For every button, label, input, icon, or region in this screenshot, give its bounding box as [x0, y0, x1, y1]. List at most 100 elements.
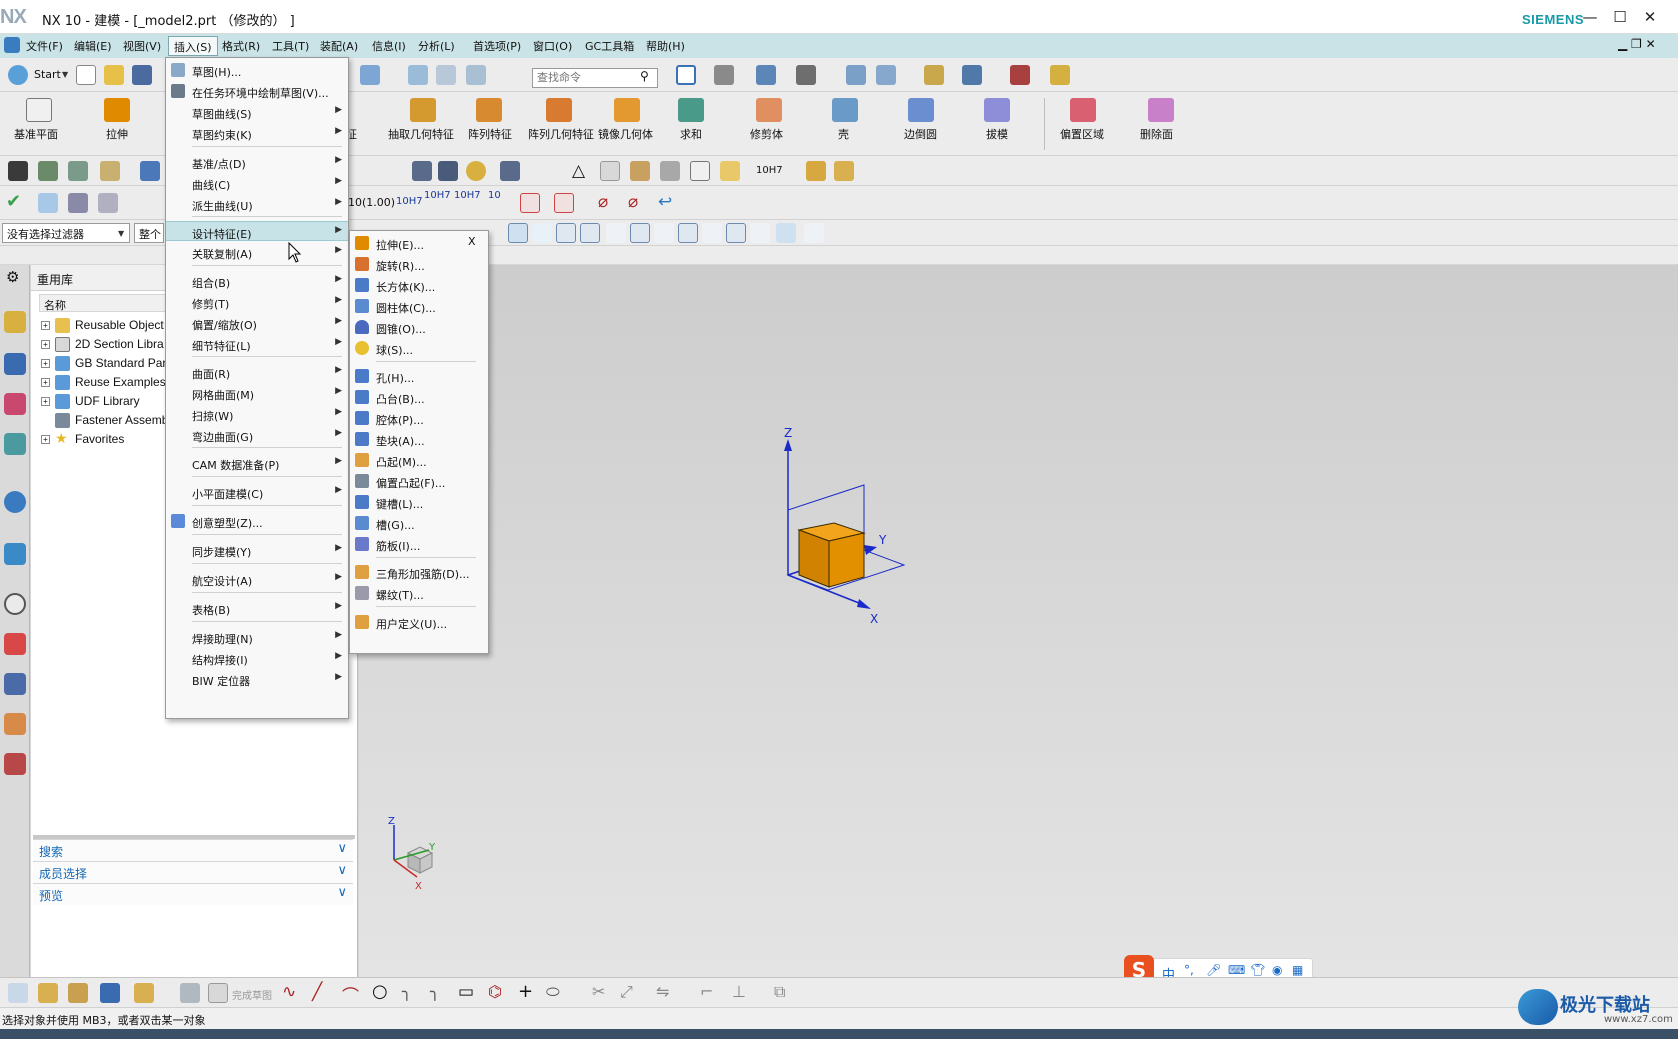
pattern-feature-icon[interactable] — [476, 98, 502, 122]
settings-gear-icon[interactable]: ⚙ — [6, 268, 19, 286]
menu-window[interactable]: 窗口(O) — [533, 38, 572, 54]
curve-network-icon[interactable] — [8, 161, 28, 181]
view-cube-icon[interactable] — [360, 65, 380, 85]
assembly-array-icon[interactable] — [134, 983, 154, 1003]
part-icon[interactable] — [806, 161, 826, 181]
axis-icon[interactable] — [98, 193, 118, 213]
mirror-geometry-button[interactable]: 镜像几何体 — [598, 126, 653, 142]
ime-skin-icon[interactable]: 👕︎ — [1250, 963, 1265, 977]
close-button[interactable]: ✕ — [1638, 6, 1662, 28]
expand-icon[interactable]: + — [41, 340, 50, 349]
menu-item-sketch-constraint[interactable]: 草图约束(K) ▶ — [166, 123, 348, 143]
cylinder-tool-icon[interactable] — [412, 161, 432, 181]
dim-value-10h7-tol1[interactable]: 10H7 — [424, 190, 451, 201]
open-folder-icon[interactable] — [104, 65, 124, 85]
menu-item-biw-locator[interactable]: BIW 定位器 ▶ — [166, 669, 348, 689]
menu-assembly[interactable]: 装配(A) — [320, 38, 358, 54]
properties-icon[interactable] — [38, 193, 58, 213]
arc-icon[interactable]: ⌒ — [342, 982, 359, 1007]
frame-icon[interactable] — [690, 161, 710, 181]
member-select-panel[interactable]: 成员选择 ∨ — [33, 861, 353, 883]
submenu-item-rib[interactable]: 筋板(I)... — [350, 534, 488, 554]
block-body[interactable] — [797, 522, 866, 588]
submenu-item-extrude[interactable]: 拉伸(E)... — [350, 233, 488, 253]
menu-edit[interactable]: 编辑(E) — [74, 38, 112, 54]
menu-item-trim[interactable]: 修剪(T) ▶ — [166, 292, 348, 312]
filter-dropdown-icon[interactable]: ▼ — [118, 229, 124, 238]
geometric-constraint-icon[interactable]: ⊥ — [732, 982, 746, 1001]
render-style-icon[interactable] — [714, 65, 734, 85]
edge-blend-button[interactable]: 边倒圆 — [904, 126, 937, 142]
submenu-item-groove[interactable]: 槽(G)... — [350, 513, 488, 533]
submenu-item-thread[interactable]: 螺纹(T)... — [350, 583, 488, 603]
minimize-button[interactable]: — — [1578, 6, 1602, 28]
menu-format[interactable]: 格式(R) — [222, 38, 260, 54]
submenu-item-user-defined[interactable]: 用户定义(U)... — [350, 612, 488, 632]
circle-icon[interactable]: ○ — [372, 981, 388, 1002]
menu-help[interactable]: 帮助(H) — [646, 38, 685, 54]
block-side-face[interactable] — [828, 532, 865, 588]
submenu-item-offset-emboss[interactable]: 偏置凸起(F)... — [350, 471, 488, 491]
extract-geometry-button[interactable]: 抽取几何特征 — [386, 126, 456, 142]
ring-icon[interactable] — [466, 161, 486, 181]
submenu-item-boss[interactable]: 凸台(B)... — [350, 387, 488, 407]
chamfer-icon[interactable]: ╮ — [430, 982, 440, 1001]
dim-value-10h7-tol2[interactable]: 10H7 — [454, 190, 481, 201]
background-icon[interactable] — [796, 65, 816, 85]
delete-face-button[interactable]: 删除面 — [1140, 126, 1173, 142]
submenu-item-pocket[interactable]: 腔体(P)... — [350, 408, 488, 428]
submenu-item-emboss[interactable]: 凸起(M)... — [350, 450, 488, 470]
ime-punctuation-icon[interactable]: °, — [1184, 963, 1194, 977]
chevron-down-icon[interactable]: ∨ — [337, 863, 347, 878]
expand-icon[interactable]: + — [41, 397, 50, 406]
snap-bounded-icon[interactable] — [804, 223, 824, 243]
profile-icon[interactable]: ∿ — [282, 982, 296, 1002]
sketch-plane-icon[interactable] — [8, 983, 28, 1003]
unite-icon[interactable] — [678, 98, 704, 122]
trim-curve-icon[interactable]: ✂ — [592, 982, 605, 1001]
menu-item-cam-data[interactable]: CAM 数据准备(P) ▶ — [166, 453, 348, 473]
pattern-geometry-icon[interactable] — [546, 98, 572, 122]
snap-mid-icon[interactable] — [556, 223, 576, 243]
selection-scope-combo[interactable]: 整个 — [134, 223, 164, 243]
menu-item-sketch-curve[interactable]: 草图曲线(S) ▶ — [166, 102, 348, 122]
system-materials-icon[interactable] — [4, 633, 26, 655]
snap-quadrant-icon[interactable] — [702, 223, 722, 243]
submenu-item-dart[interactable]: 三角形加强筋(D)... — [350, 562, 488, 582]
submenu-item-block[interactable]: 长方体(K)... — [350, 275, 488, 295]
draft-icon[interactable] — [984, 98, 1010, 122]
draft-button[interactable]: 拔模 — [986, 126, 1008, 142]
submenu-item-revolve[interactable]: 旋转(R)... — [350, 254, 488, 274]
menu-preferences[interactable]: 首选项(P) — [473, 38, 521, 54]
menu-tools[interactable]: 工具(T) — [272, 38, 309, 54]
submenu-item-sphere[interactable]: 球(S)... — [350, 338, 488, 358]
expand-icon[interactable]: + — [41, 321, 50, 330]
chevron-down-icon[interactable]: ∨ — [337, 841, 347, 856]
analysis-icon[interactable] — [1010, 65, 1030, 85]
app-menu-icon[interactable] — [4, 37, 20, 53]
radius-reference-icon[interactable] — [554, 193, 574, 213]
submenu-item-cylinder[interactable]: 圆柱体(C)... — [350, 296, 488, 316]
pin-icon[interactable] — [438, 161, 458, 181]
start-icon[interactable] — [8, 65, 28, 85]
start-dropdown-icon[interactable]: ▼ — [62, 70, 68, 79]
search-icon[interactable]: ⚲ — [640, 69, 649, 83]
trim-body-button[interactable]: 修剪体 — [750, 126, 783, 142]
sketch-icon[interactable] — [180, 983, 200, 1003]
menu-item-mesh-surface[interactable]: 网格曲面(M) ▶ — [166, 383, 348, 403]
process-studio-icon[interactable] — [4, 673, 26, 695]
menu-item-datum-point[interactable]: 基准/点(D) ▶ — [166, 152, 348, 172]
menu-item-sweep[interactable]: 扫掠(W) ▶ — [166, 404, 348, 424]
reuse-library-icon[interactable] — [4, 433, 26, 455]
datum-plane-button[interactable]: 基准平面 — [14, 126, 58, 142]
snap-end-icon[interactable] — [532, 223, 552, 243]
fit-view-icon[interactable] — [676, 65, 696, 85]
menu-item-design-feature[interactable]: 设计特征(E) ▶ — [166, 221, 348, 241]
model-viewport[interactable]: Z Y X Z Y X — [359, 265, 1678, 977]
trim-body-icon[interactable] — [756, 98, 782, 122]
menu-item-sketch[interactable]: 草图(H)... — [166, 60, 348, 80]
dim-value-1[interactable]: (1.00) — [362, 196, 395, 209]
menu-analysis[interactable]: 分析(L) — [418, 38, 455, 54]
shell-button[interactable]: 壳 — [838, 126, 849, 142]
history-icon[interactable] — [4, 593, 26, 615]
